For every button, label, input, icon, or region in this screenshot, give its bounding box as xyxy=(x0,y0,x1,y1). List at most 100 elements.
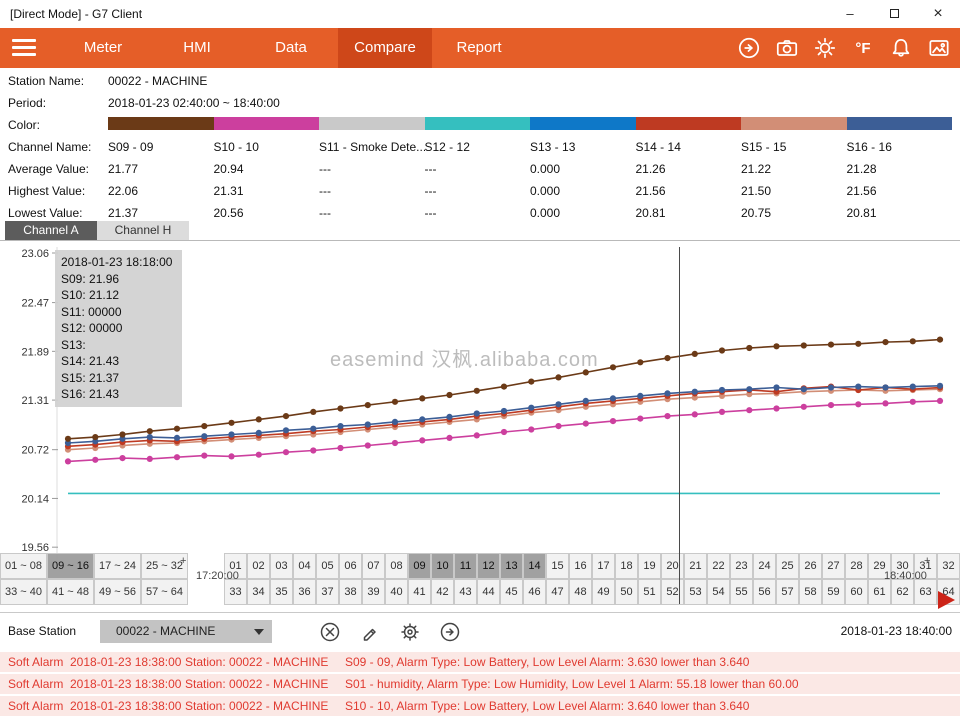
toolbar-icons xyxy=(318,620,462,644)
channel-number-cell[interactable]: 43 xyxy=(454,579,477,605)
alarm-row[interactable]: Soft Alarm2018-01-23 18:38:00Station: 00… xyxy=(0,674,960,694)
channel-number-cell[interactable]: 05 xyxy=(316,553,339,579)
channel-number-cell[interactable]: 52 xyxy=(661,579,684,605)
channel-number-cell[interactable]: 10 xyxy=(431,553,454,579)
time-axis-left-label: 17:20:00 xyxy=(196,570,239,582)
settings-gear-icon[interactable] xyxy=(398,620,422,644)
brightness-icon[interactable] xyxy=(812,35,838,61)
channel-range-cell[interactable]: 49 ~ 56 xyxy=(94,579,141,605)
sync-icon[interactable] xyxy=(736,35,762,61)
temperature-unit-toggle[interactable]: °F xyxy=(850,35,876,61)
channel-number-cell[interactable]: 62 xyxy=(891,579,914,605)
plus-right-icon[interactable]: + xyxy=(924,555,930,567)
channel-number-cell[interactable]: 14 xyxy=(523,553,546,579)
channel-number-cell[interactable]: 08 xyxy=(385,553,408,579)
channel-number-cell[interactable]: 20 xyxy=(661,553,684,579)
channel-number-cell[interactable]: 40 xyxy=(385,579,408,605)
image-export-icon[interactable] xyxy=(926,35,952,61)
channel-number-cell[interactable]: 25 xyxy=(776,553,799,579)
channel-number-cell[interactable]: 04 xyxy=(293,553,316,579)
nav-tab-meter[interactable]: Meter xyxy=(56,28,150,68)
channel-number-cell[interactable]: 23 xyxy=(730,553,753,579)
channel-range-cell[interactable]: 17 ~ 24 xyxy=(94,553,141,579)
channel-number-cell[interactable]: 32 xyxy=(937,553,960,579)
channel-number-cell[interactable]: 44 xyxy=(477,579,500,605)
channel-number-cell[interactable]: 35 xyxy=(270,579,293,605)
tab-channel-a[interactable]: Channel A xyxy=(5,221,97,240)
channel-range-cell[interactable]: 09 ~ 16 xyxy=(47,553,94,579)
channel-number-cell[interactable]: 48 xyxy=(569,579,592,605)
channel-number-cell[interactable]: 02 xyxy=(247,553,270,579)
channel-number-cell[interactable]: 39 xyxy=(362,579,385,605)
nav-tab-data[interactable]: Data xyxy=(244,28,338,68)
nav-tab-compare[interactable]: Compare xyxy=(338,28,432,68)
alarm-row[interactable]: Soft Alarm2018-01-23 18:38:00Station: 00… xyxy=(0,652,960,672)
nav-tab-report[interactable]: Report xyxy=(432,28,526,68)
maximize-button[interactable] xyxy=(872,0,916,28)
channel-number-cell[interactable]: 57 xyxy=(776,579,799,605)
go-arrow-icon[interactable] xyxy=(438,620,462,644)
alarm-row[interactable]: Soft Alarm2018-01-23 18:38:00Station: 00… xyxy=(0,696,960,716)
camera-icon[interactable] xyxy=(774,35,800,61)
close-icon: × xyxy=(933,5,942,22)
average-value-row: 21.7720.94------0.00021.2621.2221.28 xyxy=(108,162,952,176)
channel-number-cell[interactable]: 47 xyxy=(546,579,569,605)
channel-range-cell[interactable]: 57 ~ 64 xyxy=(141,579,188,605)
channel-number-cell[interactable]: 16 xyxy=(569,553,592,579)
channel-number-cell[interactable]: 18 xyxy=(615,553,638,579)
channel-number-cell[interactable]: 15 xyxy=(546,553,569,579)
channel-number-cell[interactable]: 55 xyxy=(730,579,753,605)
channel-number-cell[interactable]: 21 xyxy=(684,553,707,579)
tab-channel-h[interactable]: Channel H xyxy=(97,221,189,240)
channel-number-cell[interactable]: 26 xyxy=(799,553,822,579)
channel-number-cell[interactable]: 56 xyxy=(753,579,776,605)
channel-number-cell[interactable]: 28 xyxy=(845,553,868,579)
channel-number-cell[interactable]: 45 xyxy=(500,579,523,605)
channel-number-cell[interactable]: 33 xyxy=(224,579,247,605)
nav-tab-hmi[interactable]: HMI xyxy=(150,28,244,68)
channel-number-cell[interactable]: 11 xyxy=(454,553,477,579)
alarm-bell-icon[interactable] xyxy=(888,35,914,61)
channel-number-cell[interactable]: 22 xyxy=(707,553,730,579)
scroll-right-arrow[interactable] xyxy=(938,591,955,609)
channel-number-cell[interactable]: 06 xyxy=(339,553,362,579)
channel-number-cell[interactable]: 17 xyxy=(592,553,615,579)
channel-number-cell[interactable]: 27 xyxy=(822,553,845,579)
channel-number-cell[interactable]: 42 xyxy=(431,579,454,605)
minimize-button[interactable]: – xyxy=(828,0,872,28)
channel-number-cell[interactable]: 60 xyxy=(845,579,868,605)
channel-number-cell[interactable]: 34 xyxy=(247,579,270,605)
channel-range-cell[interactable]: 01 ~ 08 xyxy=(0,553,47,579)
channel-number-cell[interactable]: 49 xyxy=(592,579,615,605)
base-station-dropdown[interactable]: 00022 - MACHINE xyxy=(100,620,272,643)
plus-left-icon[interactable]: + xyxy=(180,555,186,567)
hamburger-menu-icon[interactable] xyxy=(12,39,36,56)
chart-area[interactable]: easemind 汉枫.alibaba.com 23.0622.4721.892… xyxy=(0,240,960,612)
channel-number-cell[interactable]: 61 xyxy=(868,579,891,605)
channel-number-cell[interactable]: 13 xyxy=(500,553,523,579)
channel-range-cell[interactable]: 33 ~ 40 xyxy=(0,579,47,605)
channel-number-cell[interactable]: 12 xyxy=(477,553,500,579)
channel-number-cell[interactable]: 38 xyxy=(339,579,362,605)
channel-number-cell[interactable]: 19 xyxy=(638,553,661,579)
data-point-s09 xyxy=(828,342,834,348)
channel-number-cell[interactable]: 03 xyxy=(270,553,293,579)
channel-number-cell[interactable]: 54 xyxy=(707,579,730,605)
channel-number-cell[interactable]: 50 xyxy=(615,579,638,605)
channel-number-cell[interactable]: 53 xyxy=(684,579,707,605)
channel-number-cell[interactable]: 51 xyxy=(638,579,661,605)
channel-number-cell[interactable]: 41 xyxy=(408,579,431,605)
channel-number-cell[interactable]: 58 xyxy=(799,579,822,605)
channel-range-cell[interactable]: 41 ~ 48 xyxy=(47,579,94,605)
channel-number-cell[interactable]: 46 xyxy=(523,579,546,605)
channel-number-cell[interactable]: 09 xyxy=(408,553,431,579)
edit-icon[interactable] xyxy=(358,620,382,644)
channel-number-cell[interactable]: 36 xyxy=(293,579,316,605)
channel-number-cell[interactable]: 07 xyxy=(362,553,385,579)
channel-number-cell[interactable]: 63 xyxy=(914,579,937,605)
clear-icon[interactable] xyxy=(318,620,342,644)
channel-number-cell[interactable]: 59 xyxy=(822,579,845,605)
channel-number-cell[interactable]: 37 xyxy=(316,579,339,605)
close-button[interactable]: × xyxy=(916,0,960,28)
channel-number-cell[interactable]: 24 xyxy=(753,553,776,579)
